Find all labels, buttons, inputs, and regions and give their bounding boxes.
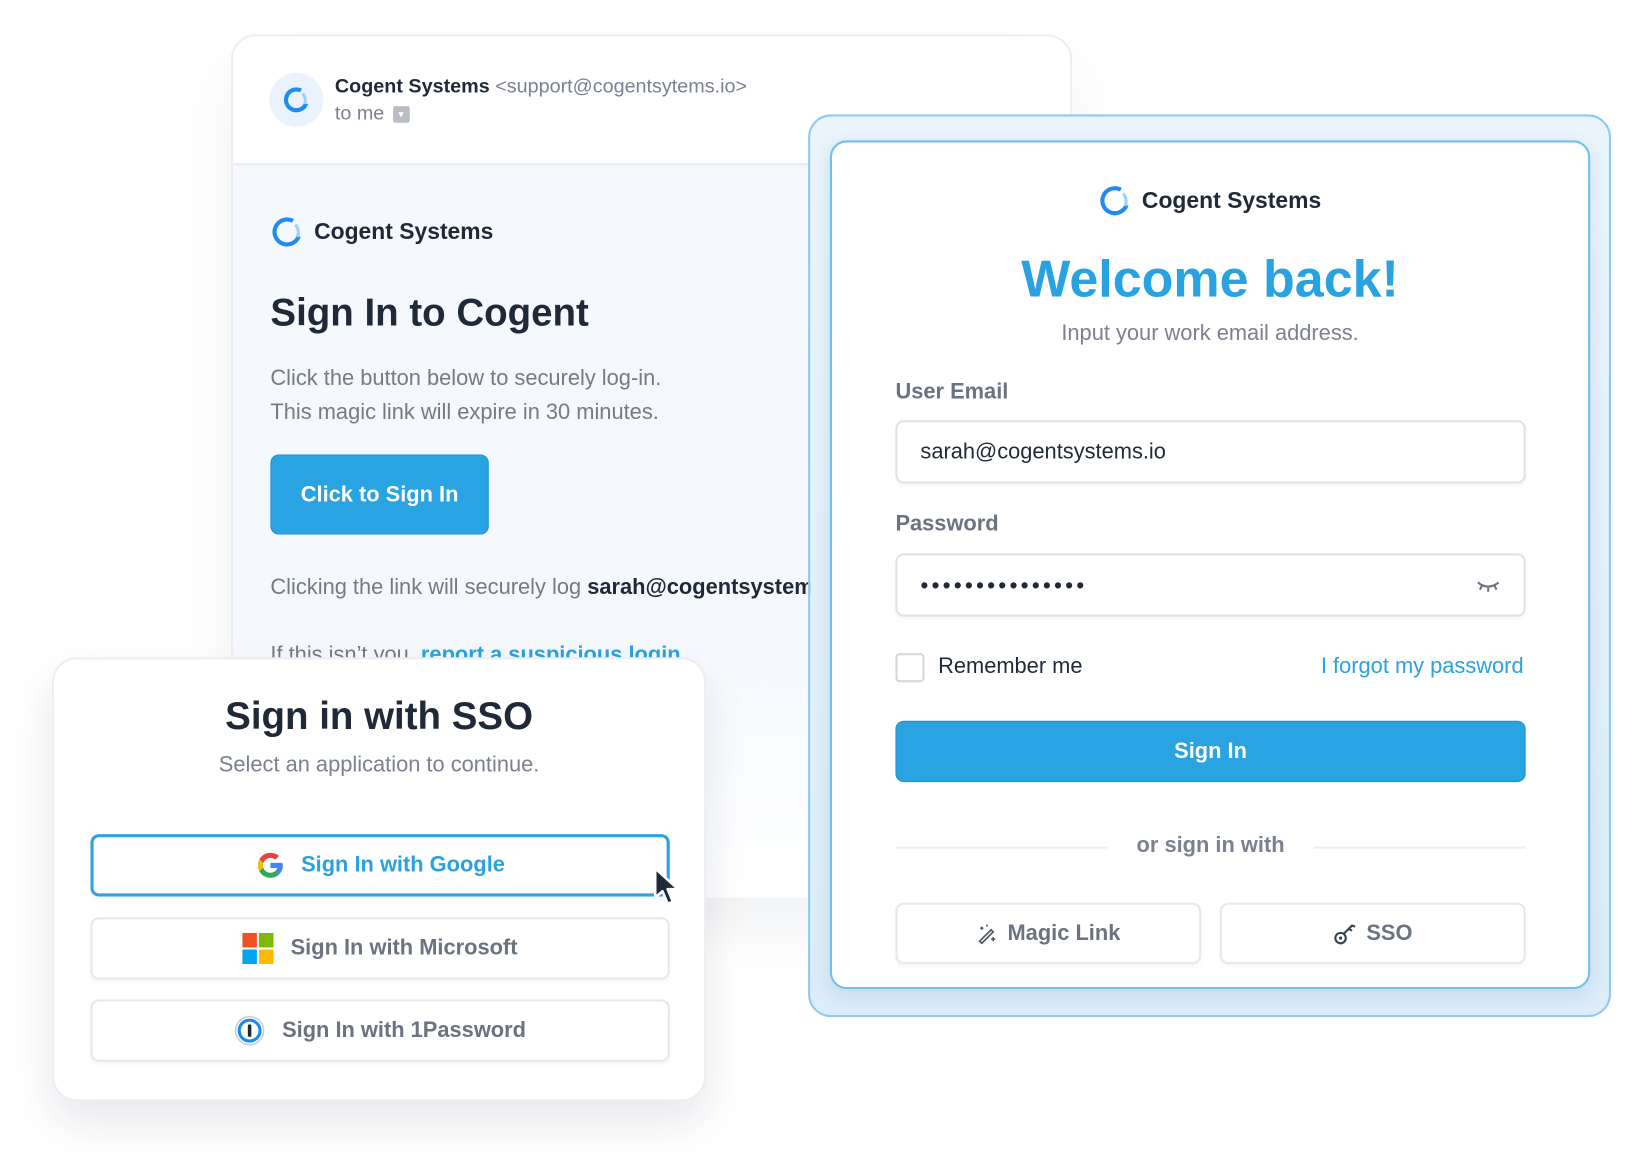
remember-me-label: Remember me [938,654,1083,679]
sender-avatar [269,72,324,127]
divider-line-left [895,846,1108,849]
sender-address: <support@cogentsytems.io> [495,75,748,98]
chevron-down-icon[interactable]: ▾ [392,106,410,123]
email-value: sarah@cogentsystems.io [920,439,1166,464]
password-label: Password [895,511,999,536]
sso-subtitle: Select an application to continue. [218,752,540,777]
welcome-title: Welcome back! [1021,249,1399,308]
email-title: Sign In to Cogent [270,291,589,334]
click-to-sign-in-button[interactable]: Click to Sign In [270,454,489,535]
brand-name: Cogent Systems [1141,187,1322,214]
login-note: Clicking the link will securely log sara… [270,570,851,604]
sign-in-1password-button[interactable]: Sign In with 1Password [90,999,670,1062]
login-brand: Cogent Systems [1098,184,1321,217]
recipient: to me ▾ [334,102,410,126]
remember-me-checkbox[interactable] [895,653,925,683]
sso-button[interactable]: SSO [1219,902,1526,965]
magic-wand-icon [978,924,996,944]
1password-label: Sign In with 1Password [282,1018,526,1043]
recipient-label: to me [334,102,385,125]
google-label: Sign In with Google [301,852,505,877]
password-input[interactable]: ••••••••••••••• [895,553,1526,617]
1password-icon [235,1015,265,1046]
sender-name: Cogent Systems [334,75,490,98]
sender: Cogent Systems <support@cogentsytems.io> [335,76,747,99]
sign-in-button[interactable]: Sign In [895,720,1526,783]
email-brand: Cogent Systems [270,215,493,248]
microsoft-icon [242,932,274,965]
divider-line-right [1313,846,1526,849]
email-line-1: Click the button below to securely log-i… [270,366,662,390]
email-label: User Email [895,379,1009,404]
forgot-password-link[interactable]: I forgot my password [1321,654,1524,679]
magic-link-button[interactable]: Magic Link [895,902,1202,965]
sign-in-google-button[interactable]: Sign In with Google [90,834,670,897]
divider-text: or sign in with [1136,833,1285,857]
mouse-cursor-icon [653,867,680,906]
password-value: ••••••••••••••• [920,571,1088,598]
eye-closed-icon[interactable] [1476,578,1501,593]
email-input[interactable]: sarah@cogentsystems.io [895,420,1526,484]
sso-card: Sign in with SSO Select an application t… [52,657,707,1102]
microsoft-label: Sign In with Microsoft [290,935,518,960]
key-icon [1334,923,1356,944]
brand-name: Cogent Systems [314,218,494,245]
magic-link-label: Magic Link [1007,920,1121,945]
login-note-text: Clicking the link will securely log [270,575,582,600]
google-icon [257,852,283,878]
sso-title: Sign in with SSO [225,694,534,738]
cogent-logo-icon [272,217,302,247]
welcome-subtitle: Input your work email address. [1061,321,1359,346]
cogent-logo-icon [283,87,309,113]
cogent-logo-icon [1100,186,1130,216]
login-card: Cogent Systems Welcome back! Input your … [829,140,1591,990]
sso-label: SSO [1366,920,1413,945]
email-line-2: This magic link will expire in 30 minute… [270,400,659,425]
sign-in-microsoft-button[interactable]: Sign In with Microsoft [90,917,670,980]
